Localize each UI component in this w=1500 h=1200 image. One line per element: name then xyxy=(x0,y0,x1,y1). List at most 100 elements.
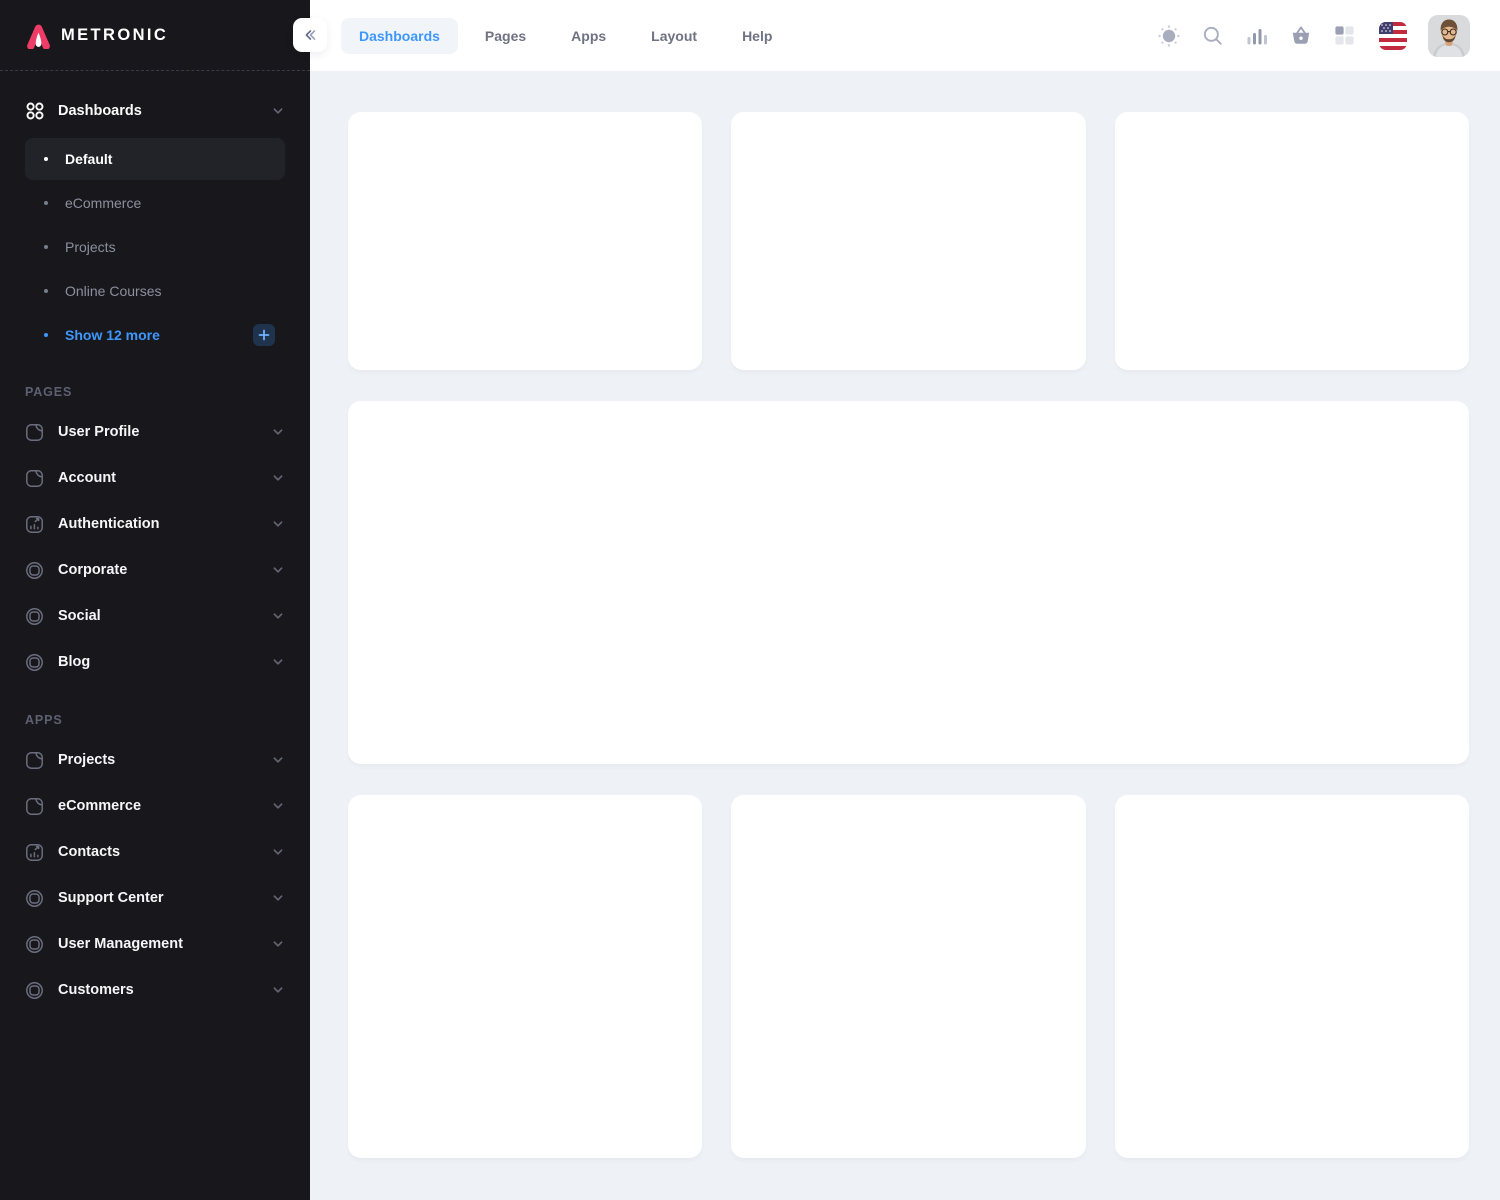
sidebar-item-blog[interactable]: Blog xyxy=(25,639,285,685)
chevron-down-icon xyxy=(271,799,285,813)
empty-card xyxy=(348,795,702,1158)
chevron-down-icon xyxy=(271,655,285,669)
sidebar-item-label: eCommerce xyxy=(58,798,141,814)
sidebar-collapse-button[interactable] xyxy=(293,18,327,52)
sidebar-item-label: Projects xyxy=(58,752,115,768)
sidebar-group-dashboards[interactable]: Dashboards xyxy=(25,91,285,131)
tab-help[interactable]: Help xyxy=(724,18,790,54)
globe-icon xyxy=(25,607,44,626)
sidebar-menu: Dashboards Default eCommerce Projects On… xyxy=(0,71,310,1013)
section-label-apps: APPS xyxy=(25,703,285,737)
empty-card xyxy=(348,112,702,370)
chevron-down-icon xyxy=(271,471,285,485)
chevron-down-icon xyxy=(271,563,285,577)
sidebar-item-user-management[interactable]: User Management xyxy=(25,921,285,967)
file-icon xyxy=(25,469,44,488)
empty-card-wide xyxy=(348,401,1469,764)
sidebar-item-ecommerce-dashboard[interactable]: eCommerce xyxy=(25,181,285,225)
statistics-button[interactable] xyxy=(1238,17,1275,54)
sidebar-item-label: eCommerce xyxy=(65,195,141,211)
sidebar-item-label: User Profile xyxy=(58,424,139,440)
avatar-photo xyxy=(1428,15,1470,57)
sidebar-item-ecommerce-app[interactable]: eCommerce xyxy=(25,783,285,829)
search-button[interactable] xyxy=(1194,17,1231,54)
sidebar-header: METRONIC xyxy=(0,0,310,71)
sidebar-item-support-center[interactable]: Support Center xyxy=(25,875,285,921)
chevron-down-icon xyxy=(271,983,285,997)
tab-apps[interactable]: Apps xyxy=(553,18,624,54)
file-icon xyxy=(25,797,44,816)
sidebar-item-label: Blog xyxy=(58,654,90,670)
tab-pages[interactable]: Pages xyxy=(467,18,544,54)
file-icon xyxy=(25,751,44,770)
sidebar: METRONIC Dashboards Default eCommerce xyxy=(0,0,310,1200)
chevron-down-icon xyxy=(271,517,285,531)
sidebar-item-label: Projects xyxy=(65,239,116,255)
sidebar-item-authentication[interactable]: Authentication xyxy=(25,501,285,547)
topbar-actions xyxy=(1150,15,1470,57)
sidebar-item-label: Support Center xyxy=(58,890,164,906)
bullet-icon xyxy=(44,157,48,161)
sidebar-item-corporate[interactable]: Corporate xyxy=(25,547,285,593)
sidebar-item-label: Authentication xyxy=(58,516,160,532)
sidebar-item-account[interactable]: Account xyxy=(25,455,285,501)
cart-button[interactable] xyxy=(1282,17,1319,54)
sidebar-item-customers[interactable]: Customers xyxy=(25,967,285,1013)
sidebar-item-contacts[interactable]: Contacts xyxy=(25,829,285,875)
tab-layout[interactable]: Layout xyxy=(633,18,715,54)
apps-grid-icon xyxy=(1333,24,1356,47)
chevron-down-icon xyxy=(271,609,285,623)
chevron-down-icon xyxy=(271,425,285,439)
sidebar-item-label: Contacts xyxy=(58,844,120,860)
chevron-down-icon xyxy=(271,937,285,951)
globe-icon xyxy=(25,935,44,954)
bullet-icon xyxy=(44,245,48,249)
bar-chart-icon xyxy=(1245,24,1269,48)
basket-icon xyxy=(1289,24,1313,48)
sun-icon xyxy=(1157,24,1181,48)
topbar: Dashboards Pages Apps Layout Help xyxy=(310,0,1500,71)
main-area: Dashboards Pages Apps Layout Help xyxy=(310,0,1500,1200)
sidebar-item-user-profile[interactable]: User Profile xyxy=(25,409,285,455)
sidebar-item-show-more[interactable]: Show 12 more xyxy=(25,313,285,357)
sidebar-item-social[interactable]: Social xyxy=(25,593,285,639)
sidebar-item-label: Online Courses xyxy=(65,283,162,299)
empty-card xyxy=(1115,112,1469,370)
apps-grid-button[interactable] xyxy=(1326,17,1363,54)
sidebar-item-projects-dashboard[interactable]: Projects xyxy=(25,225,285,269)
us-flag-icon xyxy=(1379,22,1407,50)
sidebar-item-projects-app[interactable]: Projects xyxy=(25,737,285,783)
chevron-down-icon xyxy=(271,845,285,859)
user-avatar[interactable] xyxy=(1428,15,1470,57)
file-icon xyxy=(25,423,44,442)
sidebar-item-label: Account xyxy=(58,470,116,486)
metronic-logo-icon[interactable] xyxy=(25,22,52,49)
globe-icon xyxy=(25,653,44,672)
sidebar-item-online-courses[interactable]: Online Courses xyxy=(25,269,285,313)
card-row-top xyxy=(348,112,1469,370)
language-selector[interactable] xyxy=(1379,22,1407,50)
plus-icon[interactable] xyxy=(253,324,275,346)
card-row-bottom xyxy=(348,795,1469,1158)
globe-icon xyxy=(25,561,44,580)
theme-toggle-button[interactable] xyxy=(1150,17,1187,54)
tab-dashboards[interactable]: Dashboards xyxy=(341,18,458,54)
grid-circles-icon xyxy=(25,101,45,121)
topbar-tabs: Dashboards Pages Apps Layout Help xyxy=(341,18,790,54)
section-label-pages: PAGES xyxy=(25,375,285,409)
bullet-icon xyxy=(44,333,48,337)
sidebar-item-label: Customers xyxy=(58,982,134,998)
sidebar-item-label: Default xyxy=(65,151,112,167)
chart-icon xyxy=(25,843,44,862)
sidebar-item-label: Show 12 more xyxy=(65,327,160,343)
sidebar-item-label: Corporate xyxy=(58,562,127,578)
sidebar-item-default[interactable]: Default xyxy=(25,138,285,180)
chevron-down-icon xyxy=(271,104,285,118)
globe-icon xyxy=(25,889,44,908)
group-label: Dashboards xyxy=(58,103,142,119)
chevron-down-icon xyxy=(271,891,285,905)
empty-card xyxy=(1115,795,1469,1158)
bullet-icon xyxy=(44,289,48,293)
empty-card xyxy=(731,112,1085,370)
search-icon xyxy=(1201,24,1224,47)
